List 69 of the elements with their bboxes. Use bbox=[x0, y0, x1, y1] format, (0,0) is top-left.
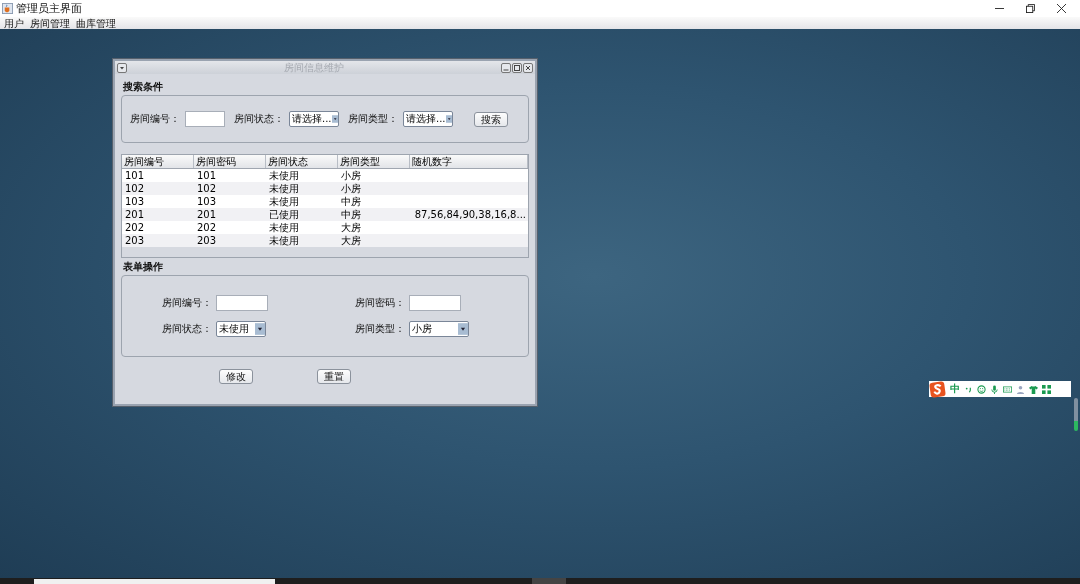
table-cell: 101 bbox=[125, 170, 145, 181]
edit-button[interactable]: 修改 bbox=[219, 369, 253, 384]
table-cell: 101 bbox=[197, 170, 217, 181]
column-header[interactable]: 房间类型 bbox=[338, 155, 410, 168]
table-cell: 小房 bbox=[341, 183, 361, 194]
dropdown[interactable]: 请选择... bbox=[289, 111, 339, 127]
table-cell: 未使用 bbox=[269, 183, 299, 194]
table-cell: 203 bbox=[125, 235, 145, 246]
s-logo-icon[interactable] bbox=[929, 380, 946, 398]
table-cell: 已使用 bbox=[269, 209, 299, 220]
column-header[interactable]: 随机数字 bbox=[410, 155, 528, 168]
taskbar-search-field[interactable] bbox=[34, 579, 275, 584]
dropdown[interactable]: 请选择... bbox=[403, 111, 453, 127]
window-menu-icon[interactable] bbox=[117, 62, 127, 73]
table-cell: 103 bbox=[197, 196, 217, 207]
input-field[interactable] bbox=[185, 111, 225, 127]
dropdown[interactable]: 小房 bbox=[409, 321, 469, 337]
column-header[interactable]: 房间编号 bbox=[122, 155, 194, 168]
table-cell: 中房 bbox=[341, 209, 361, 220]
table-cell: 未使用 bbox=[269, 196, 299, 207]
section-title: 表单操作 bbox=[123, 260, 163, 274]
table-cell: 202 bbox=[125, 222, 145, 233]
field-label: 房间状态： bbox=[162, 322, 212, 336]
maximize-icon[interactable] bbox=[512, 62, 522, 73]
keyboard-icon[interactable] bbox=[1003, 384, 1012, 394]
field-label: 房间编号： bbox=[130, 112, 180, 126]
menu-item[interactable]: 房间管理 bbox=[30, 17, 70, 29]
table-cell: 中房 bbox=[341, 196, 361, 207]
reset-button[interactable]: 重置 bbox=[317, 369, 351, 384]
field-label: 房间编号： bbox=[162, 296, 212, 310]
dropdown[interactable]: 未使用 bbox=[216, 321, 266, 337]
scroll-indicator bbox=[1074, 398, 1078, 431]
field-label: 房间密码： bbox=[355, 296, 405, 310]
table-cell: 未使用 bbox=[269, 222, 299, 233]
table-cell: 102 bbox=[197, 183, 217, 194]
column-header[interactable]: 房间状态 bbox=[266, 155, 338, 168]
table-cell: 大房 bbox=[341, 222, 361, 233]
field-label: 房间状态： bbox=[234, 112, 284, 126]
field-label: 房间类型： bbox=[355, 322, 405, 336]
section-title: 搜索条件 bbox=[123, 80, 163, 94]
menu-item[interactable]: 曲库管理 bbox=[76, 17, 116, 29]
table-cell: 202 bbox=[197, 222, 217, 233]
table-cell: 大房 bbox=[341, 235, 361, 246]
field-label: 房间类型： bbox=[348, 112, 398, 126]
grid-icon[interactable] bbox=[1042, 384, 1051, 394]
table-cell: 87,56,84,90,38,16,8... bbox=[414, 209, 526, 220]
table-cell: 未使用 bbox=[269, 170, 299, 181]
restore-icon[interactable] bbox=[1026, 4, 1035, 13]
search-button[interactable]: 搜索 bbox=[474, 111, 508, 127]
java-cup-icon bbox=[2, 3, 13, 14]
smiley-icon[interactable] bbox=[977, 384, 986, 394]
table-cell: 201 bbox=[125, 209, 145, 220]
user-icon[interactable] bbox=[1016, 384, 1025, 394]
input-mode[interactable]: 中 bbox=[950, 382, 960, 396]
window-title: 管理员主界面 bbox=[16, 1, 82, 16]
input-field[interactable] bbox=[409, 295, 461, 311]
table-cell: 小房 bbox=[341, 170, 361, 181]
input-field[interactable] bbox=[216, 295, 268, 311]
table-cell: 未使用 bbox=[269, 235, 299, 246]
microphone-icon[interactable] bbox=[990, 384, 999, 394]
table-cell: 203 bbox=[197, 235, 217, 246]
table-cell: 201 bbox=[197, 209, 217, 220]
table-cell: 102 bbox=[125, 183, 145, 194]
menu-item[interactable]: 用户 bbox=[4, 17, 24, 29]
close-icon[interactable] bbox=[1057, 4, 1066, 13]
shirt-icon[interactable] bbox=[1029, 384, 1038, 394]
column-header[interactable]: 房间密码 bbox=[194, 155, 266, 168]
close-icon[interactable] bbox=[523, 62, 533, 73]
table-cell: 103 bbox=[125, 196, 145, 207]
